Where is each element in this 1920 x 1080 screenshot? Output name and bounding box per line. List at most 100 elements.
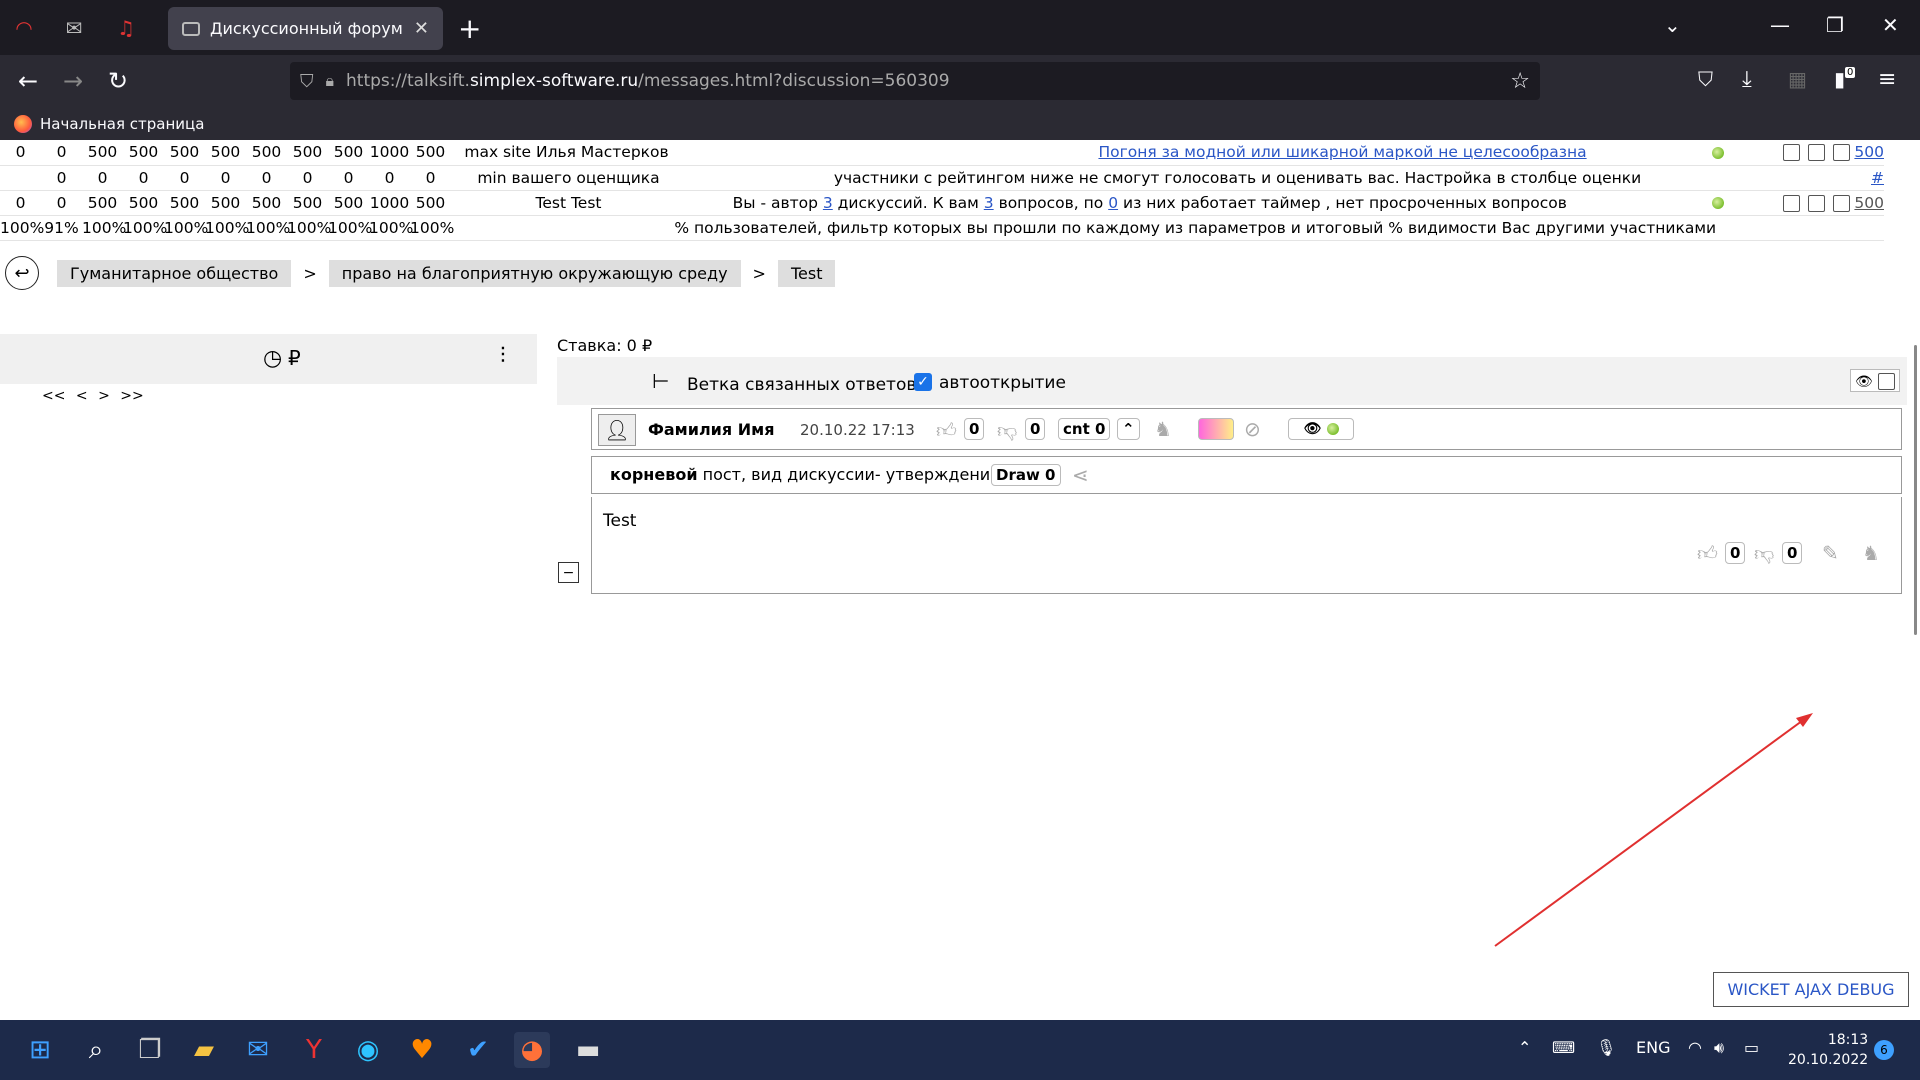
draw-badge[interactable]: Draw 0 — [991, 464, 1061, 486]
stat-value: 0 — [56, 168, 67, 187]
forward-icon[interactable]: → — [63, 67, 83, 95]
menu-icon[interactable]: ≡ — [1878, 67, 1896, 92]
stat-value: 500 — [292, 143, 323, 162]
discussion-link[interactable]: Погоня за модной или шикарной маркой не … — [1098, 143, 1586, 161]
checkbox-1[interactable] — [1783, 144, 1801, 162]
url-bar[interactable]: ⛉ 🔒︎ https://talksift. simplex-software.r… — [290, 62, 1540, 100]
filter-sliders-icon[interactable]: ⫶ — [500, 344, 506, 369]
chat-app-icon[interactable]: ♥ — [404, 1032, 440, 1068]
thread-visibility-toggle[interactable]: 👁︎ — [1850, 369, 1900, 392]
pinned-tab-app-icon[interactable]: ◠ — [10, 14, 38, 42]
microphone-icon[interactable]: 🎙︎ — [1596, 1038, 1616, 1057]
thread-checkbox[interactable] — [1877, 373, 1895, 390]
autoopen-checkbox[interactable]: ✓ — [914, 373, 932, 391]
checkbox-4[interactable] — [1783, 194, 1801, 212]
url-domain: simplex-software.ru — [469, 71, 639, 91]
stat-value: 100% — [369, 218, 414, 237]
avatar[interactable]: 👤︎ — [598, 414, 636, 446]
minimize-icon[interactable]: — — [1770, 13, 1790, 37]
lock-icon[interactable]: 🔒︎ — [326, 71, 335, 91]
close-tab-icon[interactable]: ✕ — [414, 18, 429, 39]
restore-icon[interactable]: ❐ — [1826, 13, 1844, 37]
shield-icon[interactable]: ⛉ — [300, 71, 314, 92]
firefox-icon — [14, 114, 32, 133]
checkbox-5[interactable] — [1808, 194, 1826, 212]
breadcrumb-item-test[interactable]: Test — [777, 259, 836, 287]
collapse-toggle[interactable]: − — [558, 562, 579, 583]
self-name: Test Test — [464, 190, 673, 216]
bookmark-star-icon[interactable]: ☆ — [1510, 69, 1530, 94]
color-tag-icon[interactable] — [1198, 418, 1234, 440]
start-menu-icon[interactable]: ⊞ — [22, 1032, 58, 1068]
edge-icon[interactable]: ◉ — [350, 1032, 386, 1068]
user-name: Илья Мастерков — [535, 143, 669, 162]
status-dot — [1712, 146, 1725, 159]
pinned-tab-mic-icon[interactable]: ♫ — [112, 14, 140, 42]
author-summary: Вы - автор 3 дискуссий. К вам 3 вопросов… — [672, 190, 1713, 216]
left-toolbar: ◷ ₽ ⫶ — [0, 334, 537, 384]
dog-icon[interactable]: ♞ — [1154, 417, 1172, 441]
notification-badge[interactable]: 6 — [1874, 1040, 1894, 1060]
hash-link[interactable]: # — [1871, 169, 1884, 187]
stat-value: 0 — [302, 168, 313, 187]
search-icon[interactable]: ⌕ — [78, 1032, 114, 1068]
post-author[interactable]: Фамилия Имя — [648, 420, 774, 439]
pinned-tab-mail-icon[interactable]: ✉ — [60, 14, 88, 42]
timer-count-link[interactable]: 0 — [1108, 194, 1118, 212]
thumbs-down-icon[interactable]: 👎︎ — [997, 418, 1017, 443]
visibility-toggle[interactable]: 👁︎ — [1288, 418, 1354, 440]
clock-icon[interactable]: ◷ — [263, 346, 282, 371]
checkbox-2[interactable] — [1808, 144, 1826, 162]
stat-value: 0 — [56, 143, 67, 162]
tab-discussion-forum[interactable]: Дискуссионный форум ✕ — [168, 7, 443, 50]
ruble-icon[interactable]: ₽ — [288, 346, 301, 370]
clock[interactable]: 18:13 20.10.2022 — [1788, 1030, 1868, 1070]
page-scrollbar[interactable] — [1914, 345, 1917, 635]
new-tab-button[interactable]: + — [458, 12, 481, 45]
stake-label: Ставка: 0 ₽ — [557, 336, 653, 355]
wifi-icon[interactable]: ◠ — [1688, 1038, 1702, 1057]
breadcrumb-item-society[interactable]: Гуманитарное общество — [57, 259, 292, 287]
pager[interactable]: << < > >> — [42, 388, 144, 404]
discussions-count-link[interactable]: 3 — [823, 194, 833, 212]
chevron-up-icon[interactable]: ⌃ — [1117, 418, 1140, 440]
checkbox-3[interactable] — [1833, 144, 1851, 162]
dislike-count: 0 — [1025, 418, 1046, 440]
reload-icon[interactable]: ↻ — [108, 67, 128, 95]
extension-icon[interactable]: ▦ — [1788, 67, 1807, 91]
clock-date: 20.10.2022 — [1788, 1052, 1869, 1068]
breadcrumb-item-right[interactable]: право на благоприятную окружающую среду — [328, 259, 741, 287]
keyboard-icon[interactable]: ⌨ — [1552, 1038, 1575, 1057]
wicket-ajax-debug-button[interactable]: WICKET AJAX DEBUG — [1713, 972, 1909, 1007]
firefox-taskbar-icon[interactable]: ◕ — [514, 1032, 550, 1068]
language-indicator[interactable]: ENG — [1636, 1038, 1670, 1057]
stats-row-self: 0 0 500 500 500 500 500 500 500 1000 500 Test Test… — [0, 190, 1884, 216]
stat-value: 500 — [333, 193, 364, 212]
questions-count-link[interactable]: 3 — [984, 194, 994, 212]
score-link[interactable]: 500 — [1854, 143, 1884, 161]
file-explorer-icon[interactable]: ▰ — [186, 1032, 222, 1068]
todo-icon[interactable]: ✔ — [460, 1032, 496, 1068]
stat-value: 100% — [328, 218, 373, 237]
share-icon[interactable]: ⋖ — [1072, 463, 1089, 487]
checkbox-6[interactable] — [1833, 194, 1851, 212]
task-view-icon[interactable]: ❐ — [132, 1032, 168, 1068]
extension-badge-icon[interactable]: ▮ 0 — [1834, 67, 1856, 91]
mail-icon[interactable]: ✉ — [240, 1032, 276, 1068]
thumbs-up-icon[interactable]: 👍︎ — [936, 418, 957, 443]
stat-value: 0 — [56, 193, 67, 212]
dog-icon[interactable]: ♞ — [1862, 541, 1880, 565]
back-arrow-icon[interactable]: ↩ — [5, 256, 39, 290]
yandex-browser-icon[interactable]: Y — [296, 1032, 332, 1068]
list-tabs-icon[interactable]: ⌄ — [1664, 13, 1681, 37]
volume-icon[interactable]: 🔊︎ — [1714, 1038, 1724, 1058]
tray-overflow-icon[interactable]: ⌃ — [1518, 1038, 1531, 1057]
eye-off-icon[interactable]: ⊘ — [1244, 417, 1261, 441]
terminal-icon[interactable]: ▬ — [570, 1032, 606, 1068]
close-window-icon[interactable]: ✕ — [1882, 13, 1899, 37]
pocket-icon[interactable]: ⛉ — [1698, 67, 1713, 91]
back-icon[interactable]: ← — [18, 67, 38, 95]
downloads-icon[interactable]: ⤓ — [1742, 67, 1752, 92]
bookmark-home[interactable]: Начальная страница — [40, 115, 204, 133]
battery-icon[interactable]: ▭ — [1744, 1038, 1759, 1057]
